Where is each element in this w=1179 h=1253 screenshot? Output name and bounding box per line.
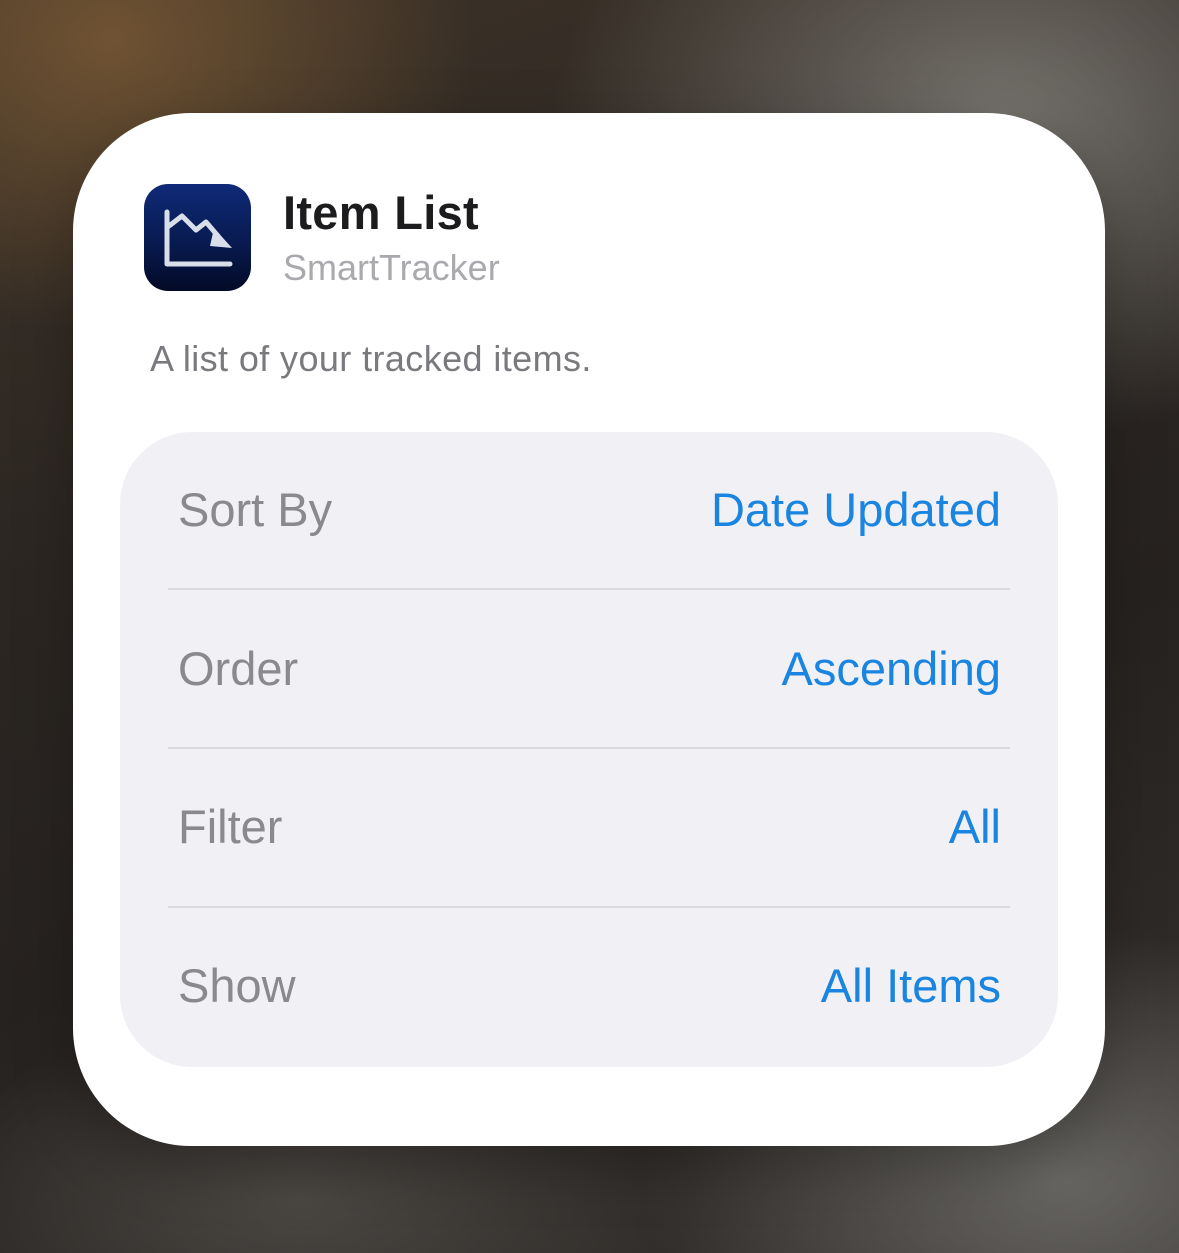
setting-value-show[interactable]: All Items xyxy=(821,958,1001,1013)
setting-label: Sort By xyxy=(178,483,333,536)
app-icon xyxy=(144,184,251,291)
setting-row-show[interactable]: Show All Items xyxy=(120,908,1058,1066)
setting-row-filter[interactable]: Filter All xyxy=(120,749,1058,907)
row-divider xyxy=(168,588,1010,590)
setting-row-sort-by[interactable]: Sort By Date Updated xyxy=(120,432,1058,590)
setting-value-filter[interactable]: All xyxy=(949,799,1001,854)
setting-value-order[interactable]: Ascending xyxy=(782,641,1002,696)
chart-down-trend-icon xyxy=(164,209,233,267)
setting-label: Order xyxy=(178,642,299,695)
setting-row-order[interactable]: Order Ascending xyxy=(120,591,1058,749)
setting-label: Filter xyxy=(178,800,283,853)
widget-description: A list of your tracked items. xyxy=(150,338,592,379)
widget-title: Item List xyxy=(283,186,479,239)
app-name: SmartTracker xyxy=(283,247,500,288)
settings-group: Sort By Date Updated Order Ascending Fil… xyxy=(120,432,1058,1067)
setting-value-sort-by[interactable]: Date Updated xyxy=(711,482,1001,537)
setting-label: Show xyxy=(178,959,296,1012)
widget-config-card: Item List SmartTracker A list of your tr… xyxy=(73,113,1105,1146)
